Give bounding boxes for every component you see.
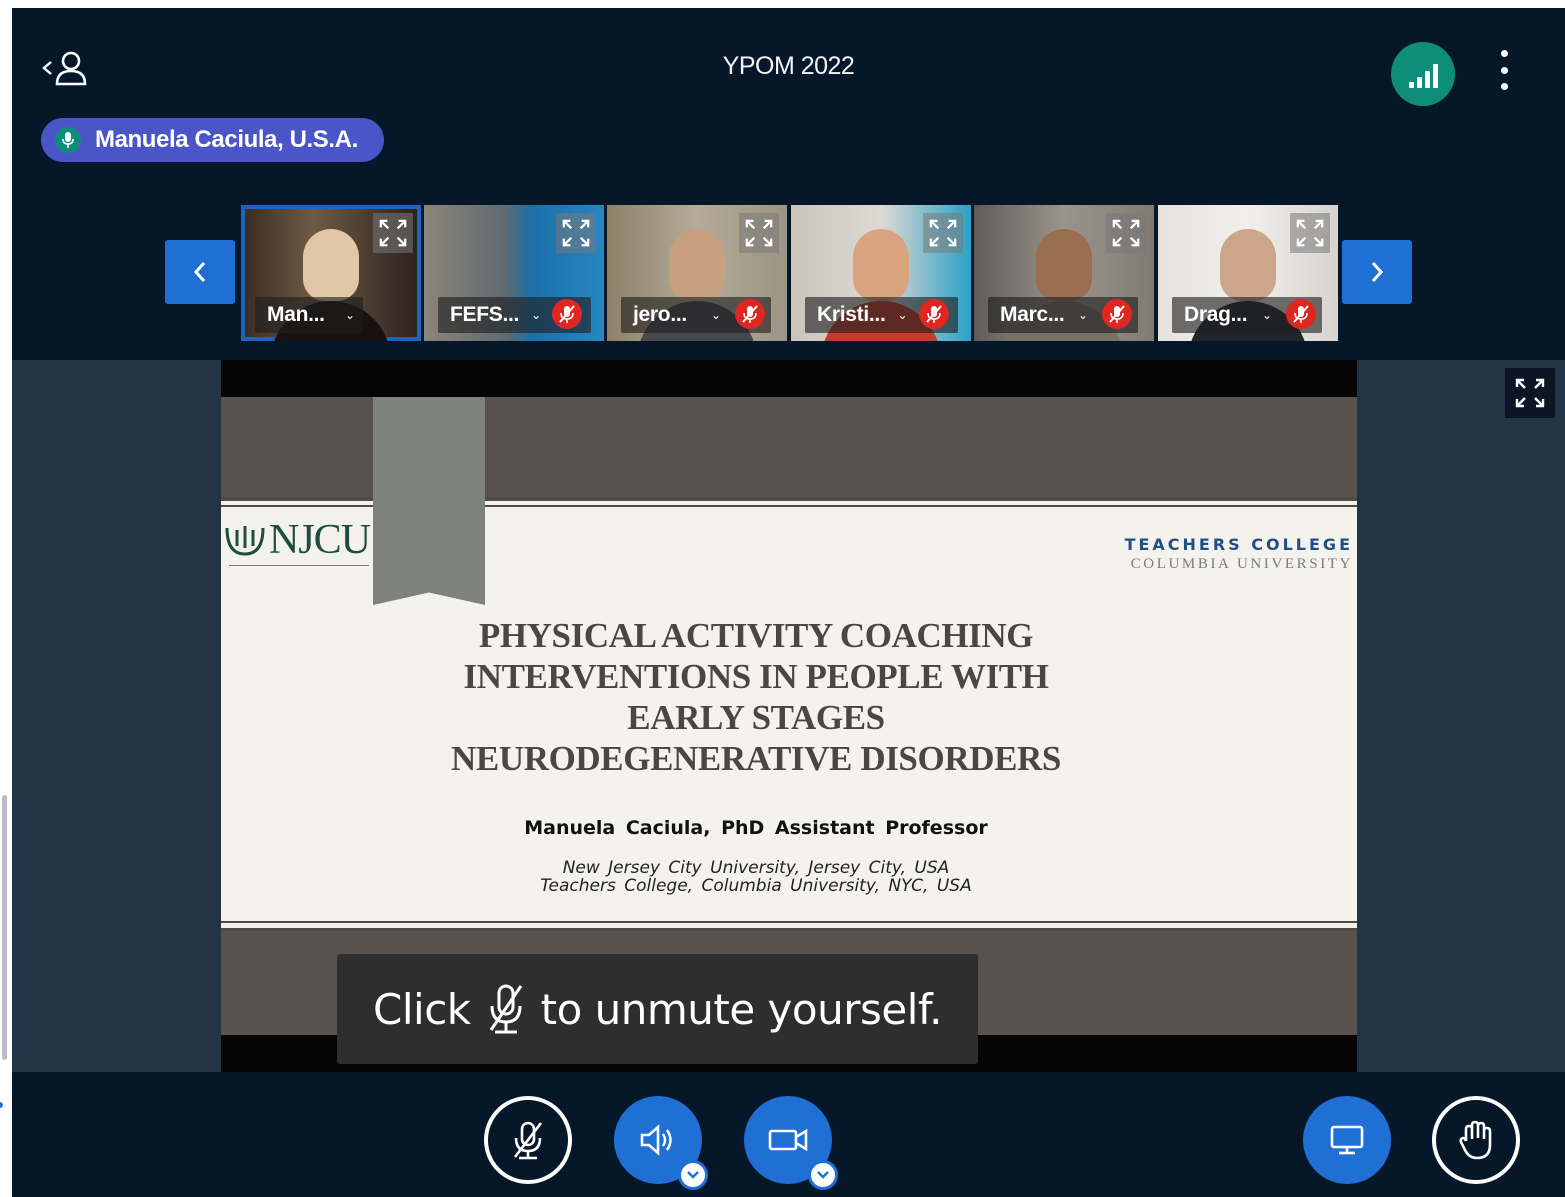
microphone-muted-icon bbox=[489, 984, 522, 1034]
screen-share-button[interactable] bbox=[1303, 1096, 1391, 1184]
more-options-button[interactable] bbox=[1492, 50, 1516, 90]
fullscreen-icon bbox=[745, 219, 773, 247]
expand-tile-button[interactable] bbox=[739, 213, 779, 253]
participant-tile[interactable]: FEFS... ⌄ bbox=[424, 205, 604, 341]
fullscreen-icon bbox=[929, 219, 957, 247]
raise-hand-icon bbox=[1459, 1120, 1492, 1160]
unmute-button[interactable] bbox=[484, 1096, 572, 1184]
slide-affiliation: New Jersey City University, Jersey City,… bbox=[540, 858, 972, 896]
participant-name: Man... bbox=[267, 303, 325, 326]
njcu-emblem-icon bbox=[225, 526, 265, 556]
screen-share-icon bbox=[1330, 1125, 1364, 1155]
slide-ribbon bbox=[373, 397, 485, 605]
muted-indicator bbox=[552, 299, 582, 329]
chevron-down-icon: ⌄ bbox=[897, 308, 908, 322]
chevron-down-icon bbox=[817, 1171, 829, 1179]
previous-page-button[interactable] bbox=[165, 240, 235, 304]
unmute-toast: Click to unmute yourself. bbox=[337, 954, 978, 1064]
microphone-muted-icon bbox=[742, 305, 758, 323]
microphone-icon bbox=[55, 127, 81, 153]
chevron-down-icon: ⌄ bbox=[531, 308, 542, 322]
microphone-muted-icon bbox=[513, 1121, 543, 1160]
more-vertical-icon bbox=[1500, 50, 1508, 57]
microphone-muted-icon bbox=[1109, 305, 1125, 323]
fullscreen-icon bbox=[379, 219, 407, 247]
participant-name: FEFS... bbox=[450, 303, 520, 326]
expand-tile-button[interactable] bbox=[556, 213, 596, 253]
video-button[interactable] bbox=[744, 1096, 838, 1190]
next-page-button[interactable] bbox=[1342, 240, 1412, 304]
chevron-down-icon: ⌄ bbox=[1078, 308, 1089, 322]
microphone-muted-icon bbox=[1293, 305, 1309, 323]
participant-tile[interactable]: jero... ⌄ bbox=[607, 205, 787, 341]
participant-name: Kristi... bbox=[817, 303, 886, 326]
expand-tile-button[interactable] bbox=[1106, 213, 1146, 253]
slide-author: Manuela Caciula, PhD Assistant Professor bbox=[524, 817, 988, 839]
muted-indicator bbox=[1102, 299, 1132, 329]
chevron-down-icon: ⌄ bbox=[345, 308, 356, 322]
participant-tile[interactable]: Drag... ⌄ bbox=[1158, 205, 1338, 341]
video-camera-icon bbox=[768, 1128, 808, 1152]
audio-options-button[interactable] bbox=[678, 1160, 708, 1190]
teachers-college-logo: TEACHERS COLLEGE COLUMBIA UNIVERSITY bbox=[1124, 535, 1353, 572]
fullscreen-button[interactable] bbox=[1505, 368, 1555, 418]
chevron-right-icon bbox=[1371, 262, 1384, 282]
participant-name: Marc... bbox=[1000, 303, 1065, 326]
expand-tile-button[interactable] bbox=[1290, 213, 1330, 253]
fullscreen-icon bbox=[1296, 219, 1324, 247]
raise-hand-button[interactable] bbox=[1432, 1096, 1520, 1184]
edge-indicator bbox=[0, 1102, 3, 1108]
talking-name: Manuela Caciula, U.S.A. bbox=[95, 126, 358, 153]
chevron-down-icon: ⌄ bbox=[1262, 308, 1273, 322]
participant-name: Drag... bbox=[1184, 303, 1248, 326]
fullscreen-icon bbox=[1112, 219, 1140, 247]
participant-tile[interactable]: Man... ⌄ bbox=[241, 205, 421, 341]
scrollbar[interactable] bbox=[2, 795, 7, 1060]
fullscreen-icon bbox=[1515, 378, 1545, 408]
signal-bars-icon bbox=[1408, 82, 1414, 88]
participant-name: jero... bbox=[633, 303, 687, 326]
chevron-left-icon bbox=[193, 262, 206, 282]
njcu-logo: NJCU bbox=[223, 516, 371, 564]
participant-tile[interactable]: Kristi... ⌄ bbox=[791, 205, 971, 341]
chevron-down-icon: ⌄ bbox=[711, 308, 722, 322]
muted-indicator bbox=[919, 299, 949, 329]
talking-indicator[interactable]: Manuela Caciula, U.S.A. bbox=[41, 118, 384, 162]
microphone-muted-icon bbox=[926, 305, 942, 323]
presentation-slide: NJCU TEACHERS COLLEGE COLUMBIA UNIVERSIT… bbox=[221, 397, 1357, 1035]
fullscreen-icon bbox=[562, 219, 590, 247]
slide-title: PHYSICAL ACTIVITY COACHING INTERVENTIONS… bbox=[451, 616, 1061, 778]
chevron-down-icon bbox=[687, 1171, 699, 1179]
connection-status-button[interactable] bbox=[1391, 42, 1455, 106]
audio-button[interactable] bbox=[614, 1096, 708, 1190]
meeting-title: YPOM 2022 bbox=[722, 52, 855, 80]
microphone-muted-icon bbox=[559, 305, 575, 323]
muted-indicator bbox=[735, 299, 765, 329]
participant-name-menu[interactable]: Man... ⌄ bbox=[255, 297, 364, 333]
speaker-icon bbox=[640, 1124, 672, 1156]
meeting-window: YPOM 2022 Manuela Caciula, U.S.A. Man...… bbox=[12, 8, 1565, 1197]
expand-tile-button[interactable] bbox=[373, 213, 413, 253]
participant-tile[interactable]: Marc... ⌄ bbox=[974, 205, 1154, 341]
muted-indicator bbox=[1286, 299, 1316, 329]
video-options-button[interactable] bbox=[808, 1160, 838, 1190]
expand-tile-button[interactable] bbox=[923, 213, 963, 253]
left-browser-edge bbox=[0, 0, 12, 1197]
